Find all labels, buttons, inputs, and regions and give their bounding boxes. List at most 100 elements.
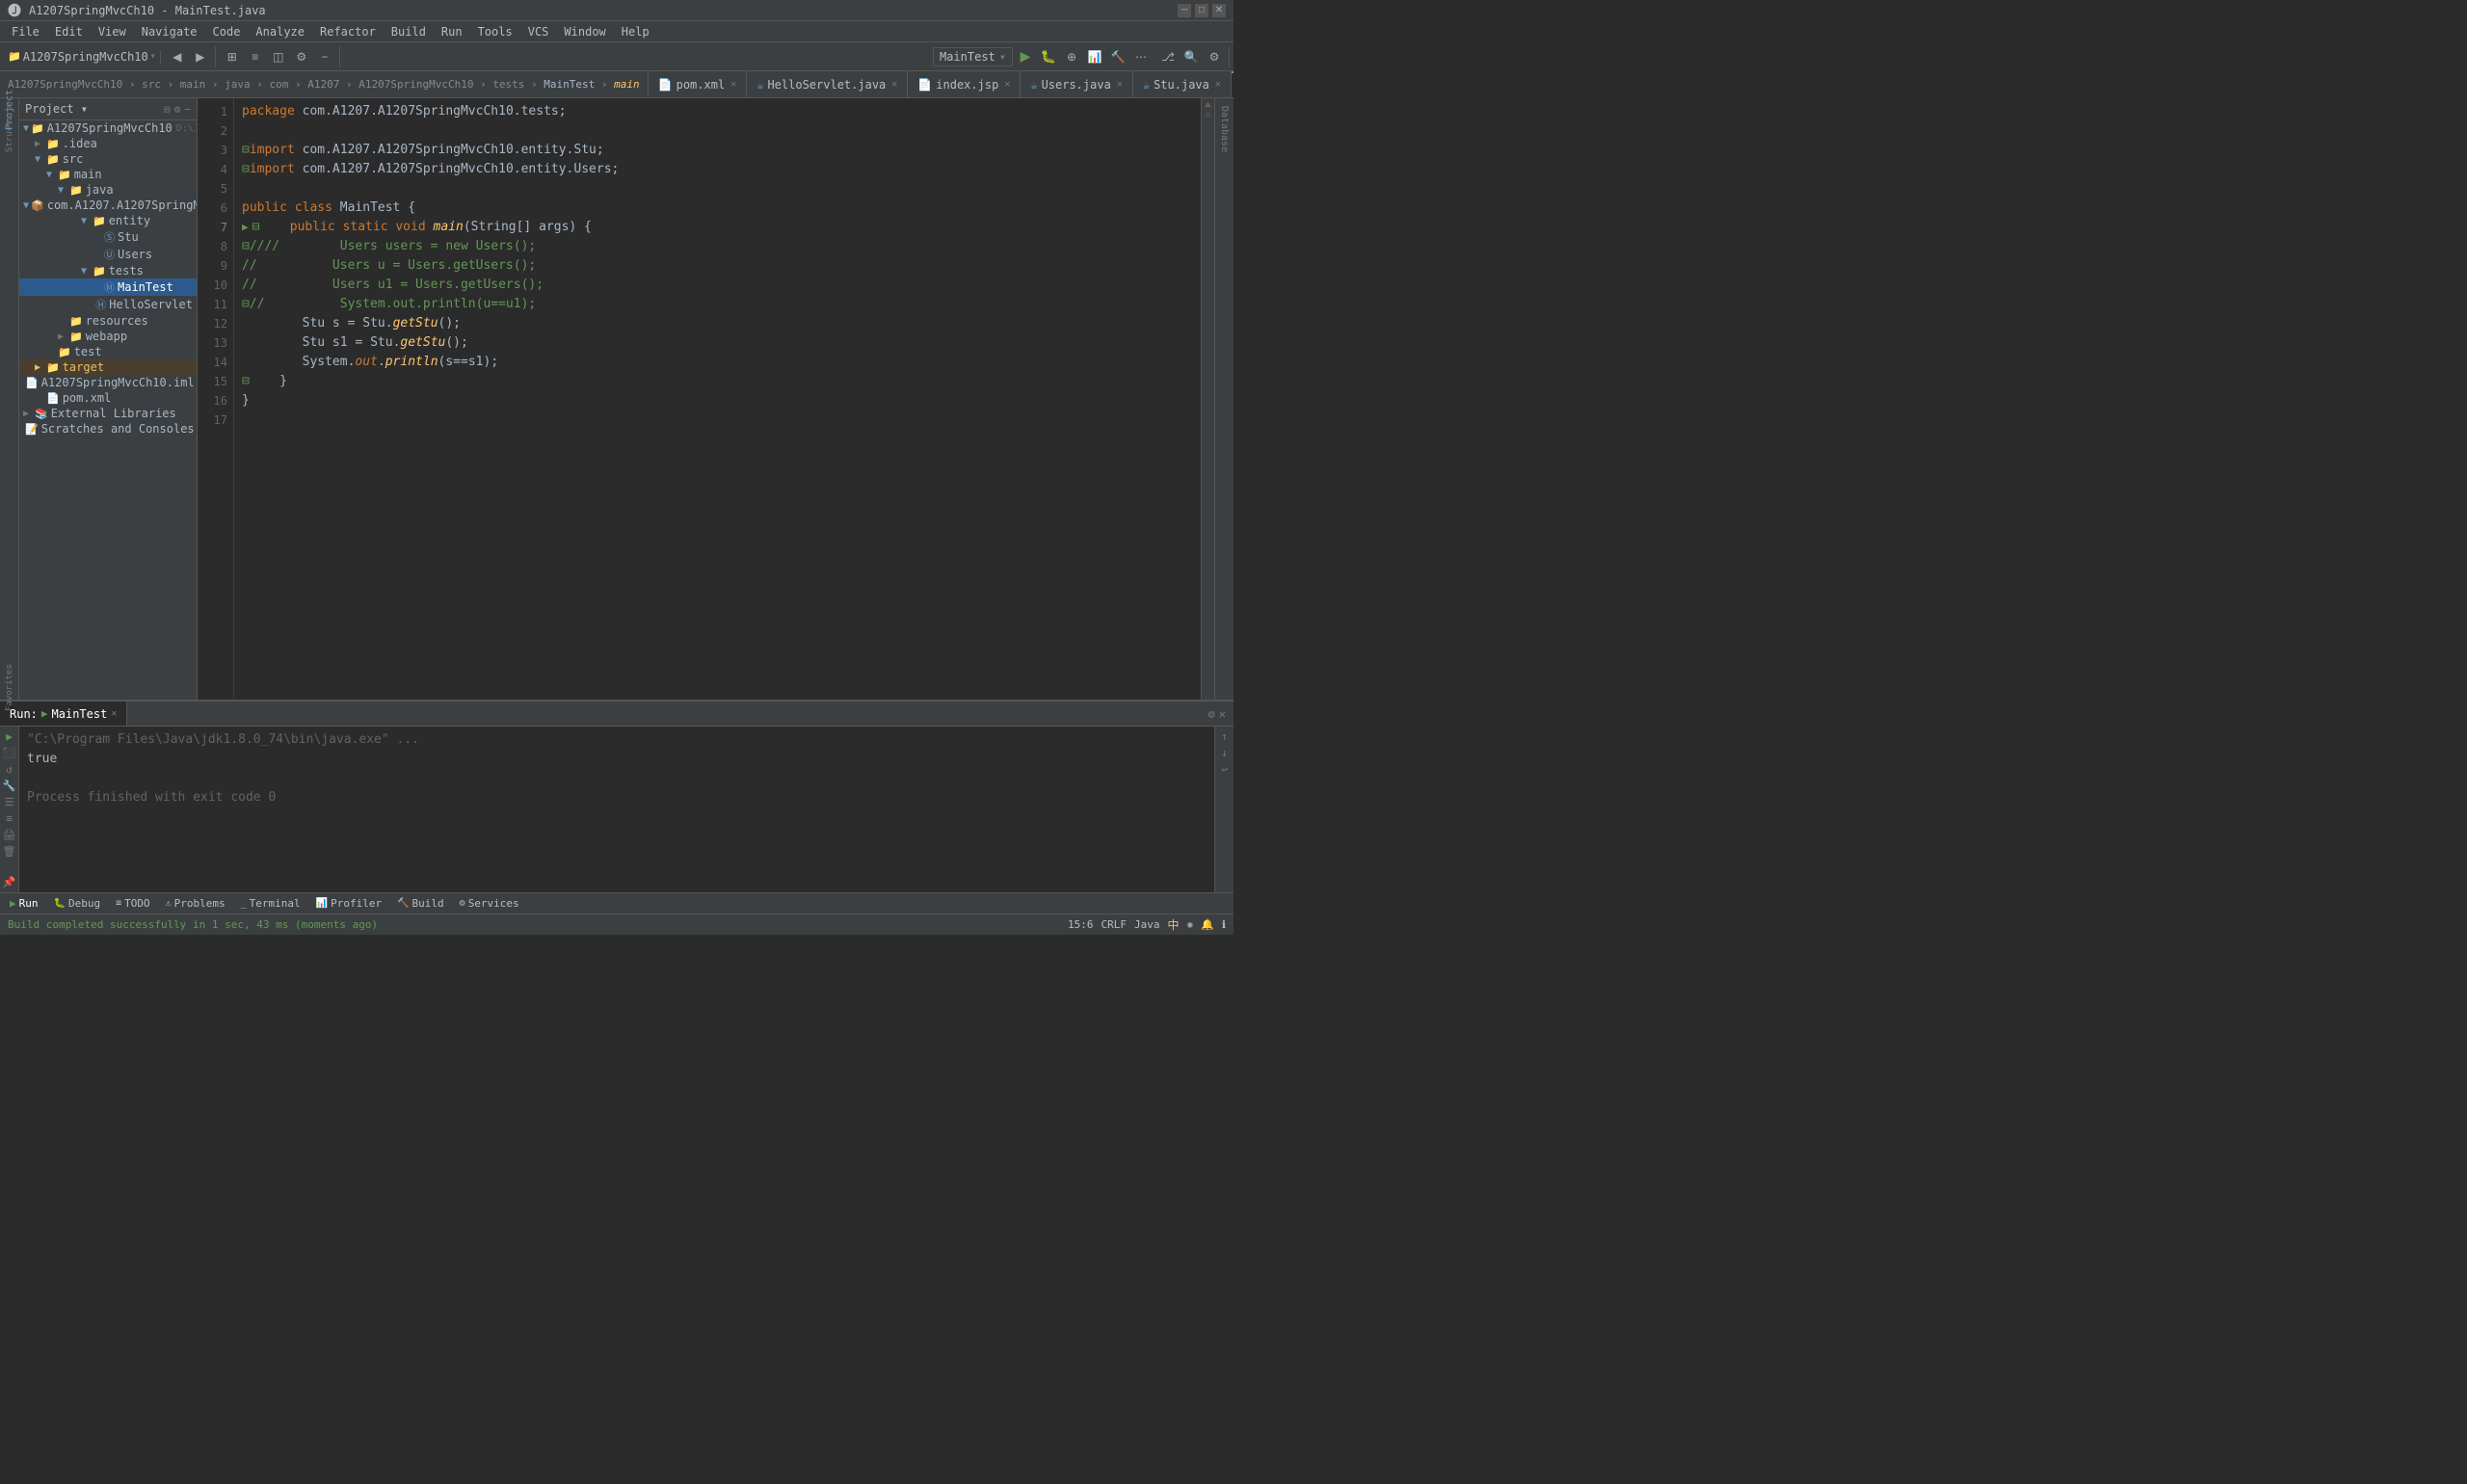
tree-item-ext-libs[interactable]: ▶ 📚 External Libraries [19, 406, 197, 421]
panel-collapse-icon[interactable]: ⊟ [164, 103, 171, 116]
pom-tab-close[interactable]: ✕ [730, 79, 736, 90]
tree-item-pom[interactable]: 📄 pom.xml [19, 390, 197, 406]
console-pin[interactable]: 📌 [3, 876, 16, 888]
view-btn-1[interactable]: ⊞ [222, 46, 243, 67]
console-wrap-icon[interactable]: ↩ [1221, 763, 1228, 776]
coverage-button[interactable]: ⊕ [1061, 46, 1082, 67]
tree-item-users[interactable]: Ⓤ Users [19, 246, 197, 263]
console-rerun-icon[interactable]: ↺ [6, 763, 13, 776]
menu-navigate[interactable]: Navigate [134, 23, 205, 40]
console-print[interactable]: 🖨 [3, 829, 16, 841]
build-button[interactable]: 🔨 [1107, 46, 1128, 67]
menu-analyze[interactable]: Analyze [248, 23, 312, 40]
view-btn-3[interactable]: ◫ [268, 46, 289, 67]
toolbar-item-profiler[interactable]: 📊 Profiler [310, 897, 387, 910]
view-btn-2[interactable]: ≡ [245, 46, 266, 67]
back-button[interactable]: ◀ [167, 46, 188, 67]
tab-index-jsp[interactable]: 📄 index.jsp ✕ [908, 71, 1021, 97]
console-run-icon[interactable]: ▶ [6, 730, 13, 743]
panel-settings-icon[interactable]: ⚙ [174, 103, 181, 116]
profile-button[interactable]: 📊 [1084, 46, 1105, 67]
more-toolbar-btn[interactable]: ⋯ [1130, 46, 1152, 67]
tree-item-root[interactable]: ▼ 📁 A1207SpringMvcCh10 D:\JavaEnterprise… [19, 120, 197, 136]
tree-item-webapp[interactable]: ▶ 📁 webapp [19, 329, 197, 344]
close-button[interactable]: ✕ [1212, 4, 1226, 17]
console-trash[interactable]: 🗑 [3, 845, 16, 858]
forward-button[interactable]: ▶ [190, 46, 211, 67]
panel-minimize-icon[interactable]: − [184, 103, 191, 116]
stu-tab-close[interactable]: ✕ [1215, 79, 1221, 90]
menu-file[interactable]: File [4, 23, 47, 40]
tree-item-entity[interactable]: ▼ 📁 entity [19, 213, 197, 228]
tree-item-stu[interactable]: Ⓢ Stu [19, 228, 197, 246]
menu-build[interactable]: Build [384, 23, 434, 40]
settings2-button[interactable]: ⚙ [1204, 46, 1225, 67]
maximize-button[interactable]: □ [1195, 4, 1208, 17]
tree-item-resources[interactable]: 📁 resources [19, 313, 197, 329]
structure-tool-icon[interactable]: Structure [2, 121, 17, 137]
index-tab-close[interactable]: ✕ [1004, 79, 1010, 90]
console-up-icon[interactable]: ↑ [1221, 730, 1228, 743]
toolbar-item-debug[interactable]: 🐛 Debug [48, 897, 107, 910]
tree-item-tests[interactable]: ▼ 📁 tests [19, 263, 197, 278]
tree-item-target[interactable]: ▶ 📁 target [19, 359, 197, 375]
menu-refactor[interactable]: Refactor [312, 23, 384, 40]
toolbar-item-todo[interactable]: ≡ TODO [110, 897, 156, 910]
menu-edit[interactable]: Edit [47, 23, 91, 40]
tree-item-test[interactable]: 📁 test [19, 344, 197, 359]
menu-window[interactable]: Window [556, 23, 613, 40]
tab-users-java[interactable]: ☕ Users.java ✕ [1021, 71, 1133, 97]
tree-item-iml[interactable]: 📄 A1207SpringMvcCh10.iml [19, 375, 197, 390]
toolbar-item-services[interactable]: ⚙ Services [454, 897, 525, 910]
minimize-button[interactable]: ─ [1178, 4, 1191, 17]
favorites-tool-icon[interactable]: Favorites [2, 680, 17, 696]
menu-run[interactable]: Run [434, 23, 470, 40]
toolbar-item-run[interactable]: ▶ Run [4, 897, 44, 910]
menu-tools[interactable]: Tools [470, 23, 520, 40]
debug-button[interactable]: 🐛 [1038, 46, 1059, 67]
find-button[interactable]: 🔍 [1180, 46, 1202, 67]
run-configuration[interactable]: MainTest ▾ [933, 47, 1013, 66]
console-close-icon[interactable]: ✕ [1219, 707, 1226, 721]
menu-help[interactable]: Help [614, 23, 657, 40]
menu-code[interactable]: Code [205, 23, 249, 40]
menu-view[interactable]: View [91, 23, 134, 40]
run-button[interactable]: ▶ [1015, 46, 1036, 67]
tab-helloservlet[interactable]: ☕ HelloServlet.java ✕ [747, 71, 908, 97]
run-tab-close[interactable]: ✕ [111, 708, 117, 719]
console-tool2[interactable]: ☰ [5, 796, 14, 808]
tree-item-idea[interactable]: ▶ 📁 .idea [19, 136, 197, 151]
tree-item-main[interactable]: ▼ 📁 main [19, 167, 197, 182]
root-arrow: ▼ [23, 123, 29, 134]
toolbar-item-problems[interactable]: ⚠ Problems [160, 897, 231, 910]
console-stop-icon[interactable]: ⬛ [3, 747, 16, 759]
users-tab-close[interactable]: ✕ [1117, 79, 1123, 90]
console-filter[interactable]: ≡ [6, 812, 13, 825]
tree-item-java[interactable]: ▼ 📁 java [19, 182, 197, 198]
tree-item-maintest[interactable]: Ⓜ MainTest [19, 278, 197, 296]
tree-item-com[interactable]: ▼ 📦 com.A1207.A1207SpringMvcCh10 [19, 198, 197, 213]
project-group: 📁 A1207SpringMvcCh10 ▾ [4, 50, 161, 64]
database-icon[interactable]: Database [1219, 102, 1230, 156]
console-down-icon[interactable]: ↓ [1221, 747, 1228, 759]
tab-maintest-java[interactable]: ☕ MainTest.java ✕ [1232, 71, 1234, 97]
console-tool1[interactable]: 🔧 [3, 780, 16, 792]
tree-item-src[interactable]: ▼ 📁 src [19, 151, 197, 167]
git-button[interactable]: ⎇ [1157, 46, 1179, 67]
run-tab[interactable]: Run: ▶ MainTest ✕ [0, 702, 127, 726]
code-editor[interactable]: package com.A1207.A1207SpringMvcCh10.tes… [234, 98, 1201, 700]
helloservlet-tab-close[interactable]: ✕ [891, 79, 897, 90]
console-settings-icon[interactable]: ⚙ [1208, 707, 1215, 721]
tab-stu-java[interactable]: ☕ Stu.java ✕ [1133, 71, 1232, 97]
tree-item-helloservlet[interactable]: Ⓗ HelloServlet [19, 296, 197, 313]
menu-vcs[interactable]: VCS [520, 23, 557, 40]
src-label: src [63, 152, 84, 166]
toolbar-item-build[interactable]: 🔨 Build [391, 897, 450, 910]
minus-button[interactable]: − [314, 46, 335, 67]
line-num-11: 11 [203, 295, 227, 314]
toolbar-item-terminal[interactable]: _ Terminal [235, 897, 306, 910]
tab-pom-xml[interactable]: 📄 pom.xml ✕ [649, 71, 748, 97]
window-controls[interactable]: ─ □ ✕ [1178, 4, 1226, 17]
tree-item-scratches[interactable]: 📝 Scratches and Consoles [19, 421, 197, 437]
settings-button[interactable]: ⚙ [291, 46, 312, 67]
